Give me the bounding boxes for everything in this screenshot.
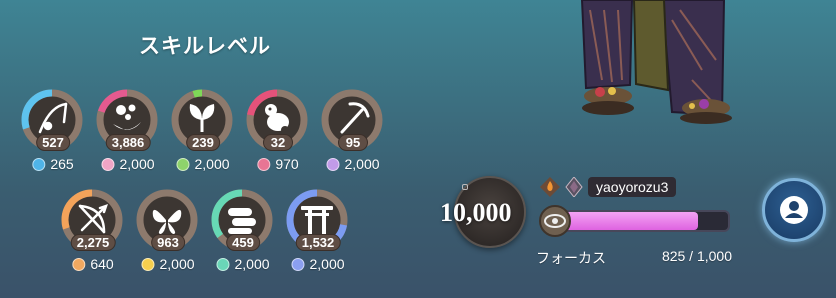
skill-level-badge: 239 xyxy=(186,134,220,151)
skill-farming[interactable]: 239 2,000 xyxy=(168,88,238,178)
resource-gem-icon xyxy=(176,157,190,171)
skill-insect[interactable]: 963 2,000 xyxy=(133,188,203,278)
eye-icon xyxy=(539,205,571,237)
skill-resource: 2,000 xyxy=(101,156,155,172)
resource-gem-icon xyxy=(326,157,340,171)
player-name[interactable]: yaoyorozu3 xyxy=(588,177,677,197)
skill-resource: 970 xyxy=(257,156,299,172)
skill-resource: 2,000 xyxy=(176,156,230,172)
skill-resource: 2,000 xyxy=(326,156,380,172)
resource-gem-icon xyxy=(291,257,305,271)
skill-resource: 2,000 xyxy=(216,256,270,272)
resource-value: 2,000 xyxy=(194,156,230,172)
resource-gem-icon xyxy=(32,157,46,171)
resource-gem-icon xyxy=(216,257,230,271)
resource-gem-icon xyxy=(72,257,86,271)
focus-count: 825 / 1,000 xyxy=(661,248,732,264)
skill-shrine[interactable]: 1,532 2,000 xyxy=(283,188,353,278)
resource-value: 640 xyxy=(90,256,114,272)
rank-diamond-icon xyxy=(565,177,583,197)
resource-value: 2,000 xyxy=(234,256,270,272)
skill-level-title: スキルレベル xyxy=(139,34,271,58)
resource-value: 2,000 xyxy=(159,256,195,272)
skill-level-badge: 2,275 xyxy=(70,234,116,251)
skill-resource: 640 xyxy=(72,256,114,272)
skill-level-badge: 3,886 xyxy=(105,134,151,151)
resource-value: 2,000 xyxy=(119,156,155,172)
skill-level-badge: 963 xyxy=(151,234,185,251)
skill-fishing[interactable]: 527 265 xyxy=(18,88,88,178)
person-icon xyxy=(780,196,808,224)
skill-resource: 2,000 xyxy=(141,256,195,272)
flame-icon xyxy=(540,177,560,197)
skill-level-badge: 459 xyxy=(226,234,260,251)
character-legs xyxy=(580,0,732,124)
resource-gem-icon xyxy=(257,157,271,171)
resource-gem-icon xyxy=(141,257,155,271)
focus-value: 10,000 xyxy=(440,198,512,227)
logs-icon xyxy=(228,208,256,234)
skill-mining[interactable]: 95 2,000 xyxy=(318,88,388,178)
skill-creature[interactable]: 32 970 xyxy=(243,88,313,178)
resource-value: 2,000 xyxy=(309,256,345,272)
focus-bar xyxy=(539,205,730,237)
resource-value: 265 xyxy=(50,156,74,172)
skill-bubbles[interactable]: 3,886 2,000 xyxy=(93,88,163,178)
skill-level-badge: 95 xyxy=(338,134,368,151)
corner-icon xyxy=(462,184,468,190)
focus-bar-fill xyxy=(557,212,699,230)
skill-level-badge: 32 xyxy=(263,134,293,151)
skill-resource: 2,000 xyxy=(291,256,345,272)
focus-bar-track xyxy=(555,210,730,232)
profile-button[interactable] xyxy=(762,178,826,242)
skill-level-badge: 1,532 xyxy=(295,234,341,251)
skill-archery[interactable]: 2,275 640 xyxy=(58,188,128,278)
skill-level-badge: 527 xyxy=(36,134,70,151)
resource-value: 2,000 xyxy=(344,156,380,172)
skill-resource: 265 xyxy=(32,156,74,172)
skill-woodcutting[interactable]: 459 2,000 xyxy=(208,188,278,278)
resource-value: 970 xyxy=(275,156,299,172)
focus-label: フォーカス xyxy=(536,251,606,267)
player-row: yaoyorozu3 xyxy=(540,176,677,198)
resource-gem-icon xyxy=(101,157,115,171)
